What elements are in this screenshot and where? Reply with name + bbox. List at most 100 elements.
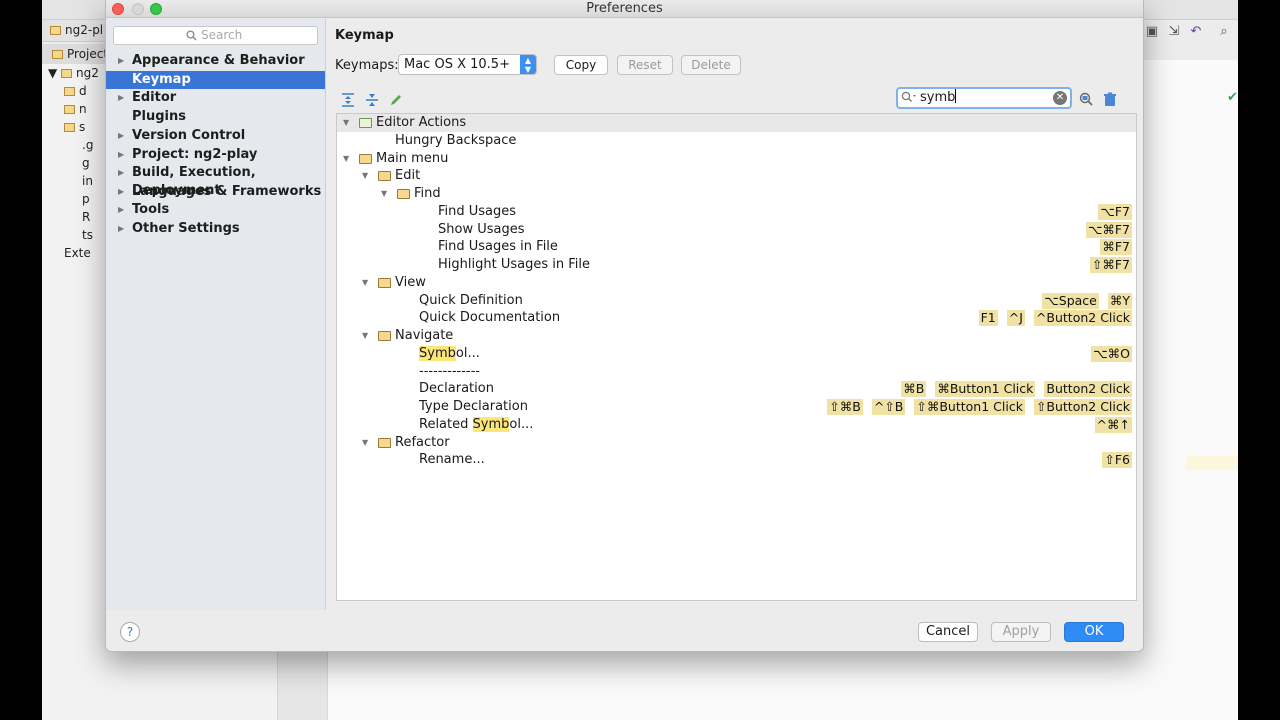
shortcut-badge: ⌥Space [1042, 292, 1099, 309]
action-row[interactable]: Highlight Usages in File ⇧⌘F7 [337, 256, 1136, 274]
sidebar-item-tools[interactable]: ▶ Tools [106, 201, 325, 219]
checkmark-icon: ✔ [1227, 90, 1238, 105]
help-button[interactable]: ? [120, 622, 140, 642]
action-row[interactable]: Show Usages ⌥⌘F7 [337, 221, 1136, 239]
maximize-window-button[interactable] [150, 3, 162, 15]
folder-icon [64, 87, 75, 96]
collapse-all-icon[interactable] [364, 92, 380, 108]
project-tree-item[interactable]: n [64, 102, 87, 116]
expand-toggle-icon[interactable]: ▼ [381, 185, 387, 203]
project-tree-item[interactable]: ts [82, 228, 93, 242]
sidebar-item-other-settings[interactable]: ▶ Other Settings [106, 220, 325, 238]
action-row[interactable]: Type Declaration ⇧⌘B ^⇧B ⇧⌘Button1 Click ⇧Bu… [337, 398, 1136, 416]
trash-icon[interactable] [1102, 91, 1118, 107]
action-row[interactable]: Declaration ⌘B ⌘Button1 Click Button2 Click [337, 380, 1136, 398]
action-row[interactable]: Hungry Backspace [337, 132, 1136, 150]
sidebar-item-plugins[interactable]: Plugins [106, 108, 325, 126]
folder-icon [378, 277, 391, 288]
tree-node-row[interactable]: ▼ Navigate [337, 327, 1136, 345]
chevron-right-icon[interactable]: ▶ [118, 52, 124, 70]
expand-toggle-icon[interactable]: ▼ [343, 150, 349, 168]
expand-toggle-icon[interactable]: ▼ [362, 167, 368, 185]
chevron-right-icon[interactable]: ▶ [118, 220, 124, 238]
tree-node-row[interactable]: ▼ Editor Actions [337, 114, 1136, 132]
current-line-highlight [1186, 456, 1238, 470]
expand-toggle-icon[interactable]: ▼ [343, 114, 349, 132]
shortcut-list: ⌥⌘F7 [1085, 221, 1132, 238]
run-icon[interactable]: ▣ [1144, 24, 1160, 40]
action-row[interactable]: Find Usages ⌥F7 [337, 203, 1136, 221]
action-row[interactable]: Symbol... ⌥⌘O [337, 345, 1136, 363]
chevron-right-icon[interactable]: ▶ [118, 164, 124, 182]
vcs-icon[interactable]: ⇲ [1166, 24, 1182, 40]
keymap-actions-tree[interactable]: ▼ Editor Actions Hungry Backspace ▼ Main men… [336, 113, 1137, 601]
reset-button[interactable]: Reset [617, 55, 673, 75]
delete-button[interactable]: Delete [681, 55, 741, 75]
action-row[interactable]: Quick Definition ⌥Space ⌘Y [337, 292, 1136, 310]
keymaps-label: Keymaps: [335, 58, 399, 73]
project-tree-item[interactable]: p [82, 192, 90, 206]
ok-button[interactable]: OK [1064, 622, 1124, 642]
folder-icon [64, 105, 75, 114]
project-tree-item[interactable]: R [82, 210, 90, 224]
sidebar-item-keymap[interactable]: Keymap [106, 71, 325, 89]
expand-toggle-icon[interactable]: ▼ [362, 434, 368, 452]
label-prefix: Related [419, 416, 473, 432]
settings-search-input[interactable]: Search [113, 26, 318, 45]
ide-tab[interactable]: ng2-pl [50, 23, 103, 37]
action-row[interactable]: Quick Documentation F1 ^J ^Button2 Click [337, 309, 1136, 327]
revert-icon[interactable]: ↶ [1188, 24, 1204, 40]
copy-button[interactable]: Copy [554, 55, 608, 75]
action-row[interactable]: Find Usages in File ⌘F7 [337, 238, 1136, 256]
tree-node-row[interactable]: ▼ Refactor [337, 434, 1136, 452]
shortcut-badge: ⇧Button2 Click [1033, 399, 1132, 415]
shortcut-badge: ⌥F7 [1098, 203, 1132, 220]
sidebar-item-editor[interactable]: ▶ Editor [106, 89, 325, 107]
action-search-input[interactable]: symb ✕ [896, 87, 1072, 109]
sidebar-item-appearance-behavior[interactable]: ▶ Appearance & Behavior [106, 52, 325, 70]
close-window-button[interactable] [112, 3, 124, 15]
project-tab[interactable]: Project [52, 47, 108, 61]
sidebar-item-build-execution-deployment[interactable]: ▶ Build, Execution, Deployment [106, 164, 325, 198]
project-root[interactable]: ▼ ng2 [48, 66, 99, 80]
chevron-right-icon[interactable]: ▶ [118, 183, 124, 201]
chevron-right-icon[interactable]: ▶ [118, 127, 124, 145]
search-everywhere-icon[interactable]: ⌕ [1216, 24, 1232, 40]
tree-node-row[interactable]: ▼ Main menu [337, 150, 1136, 168]
search-icon [186, 30, 197, 41]
tree-node-row[interactable]: ▼ View [337, 274, 1136, 292]
tree-node-row[interactable]: ▼ Edit [337, 167, 1136, 185]
keymap-select[interactable]: Mac OS X 10.5+ ▲ ▼ [398, 54, 537, 75]
project-tree-item[interactable]: g [82, 156, 90, 170]
expand-toggle-icon[interactable]: ▼ [362, 274, 368, 292]
expand-toggle-icon[interactable]: ▼ [362, 327, 368, 345]
action-row[interactable]: ------------- [337, 363, 1136, 381]
clear-search-icon[interactable]: ✕ [1053, 91, 1067, 105]
tree-node-row[interactable]: ▼ Find [337, 185, 1136, 203]
dialog-title-bar: Preferences [106, 0, 1143, 18]
cancel-button[interactable]: Cancel [918, 622, 978, 642]
project-tree-item[interactable]: .g [82, 138, 93, 152]
minimize-window-button[interactable] [132, 3, 144, 15]
shortcut-list: ⌘F7 [1100, 239, 1132, 256]
shortcut-badge: ^J [1006, 310, 1025, 327]
apply-button[interactable]: Apply [991, 622, 1051, 642]
project-tree-item[interactable]: in [82, 174, 93, 188]
sidebar-item-version-control[interactable]: ▶ Version Control [106, 127, 325, 145]
chevron-right-icon[interactable]: ▶ [118, 201, 124, 219]
chevron-right-icon[interactable]: ▶ [118, 146, 124, 164]
settings-sidebar: Search ▶ Appearance & Behavior Keymap ▶ Ed… [106, 19, 326, 610]
shortcut-badge: ⌘Button1 Click [935, 381, 1036, 398]
project-tree-item[interactable]: d [64, 84, 87, 98]
edit-shortcut-icon[interactable] [388, 92, 404, 108]
action-row[interactable]: Related Symbol... ^⌘↑ [337, 416, 1136, 434]
expand-all-icon[interactable] [340, 92, 356, 108]
project-tree-item[interactable]: Exte [64, 246, 91, 260]
find-by-shortcut-icon[interactable] [1078, 91, 1094, 107]
chevron-right-icon[interactable]: ▶ [118, 89, 124, 107]
project-tree-item[interactable]: s [64, 120, 85, 134]
sidebar-item-project[interactable]: ▶ Project: ng2-play [106, 146, 325, 164]
sidebar-item-languages-frameworks[interactable]: ▶ Languages & Frameworks [106, 183, 325, 201]
action-label: Highlight Usages in File [438, 257, 590, 272]
action-row[interactable]: Rename... ⇧F6 [337, 451, 1136, 469]
